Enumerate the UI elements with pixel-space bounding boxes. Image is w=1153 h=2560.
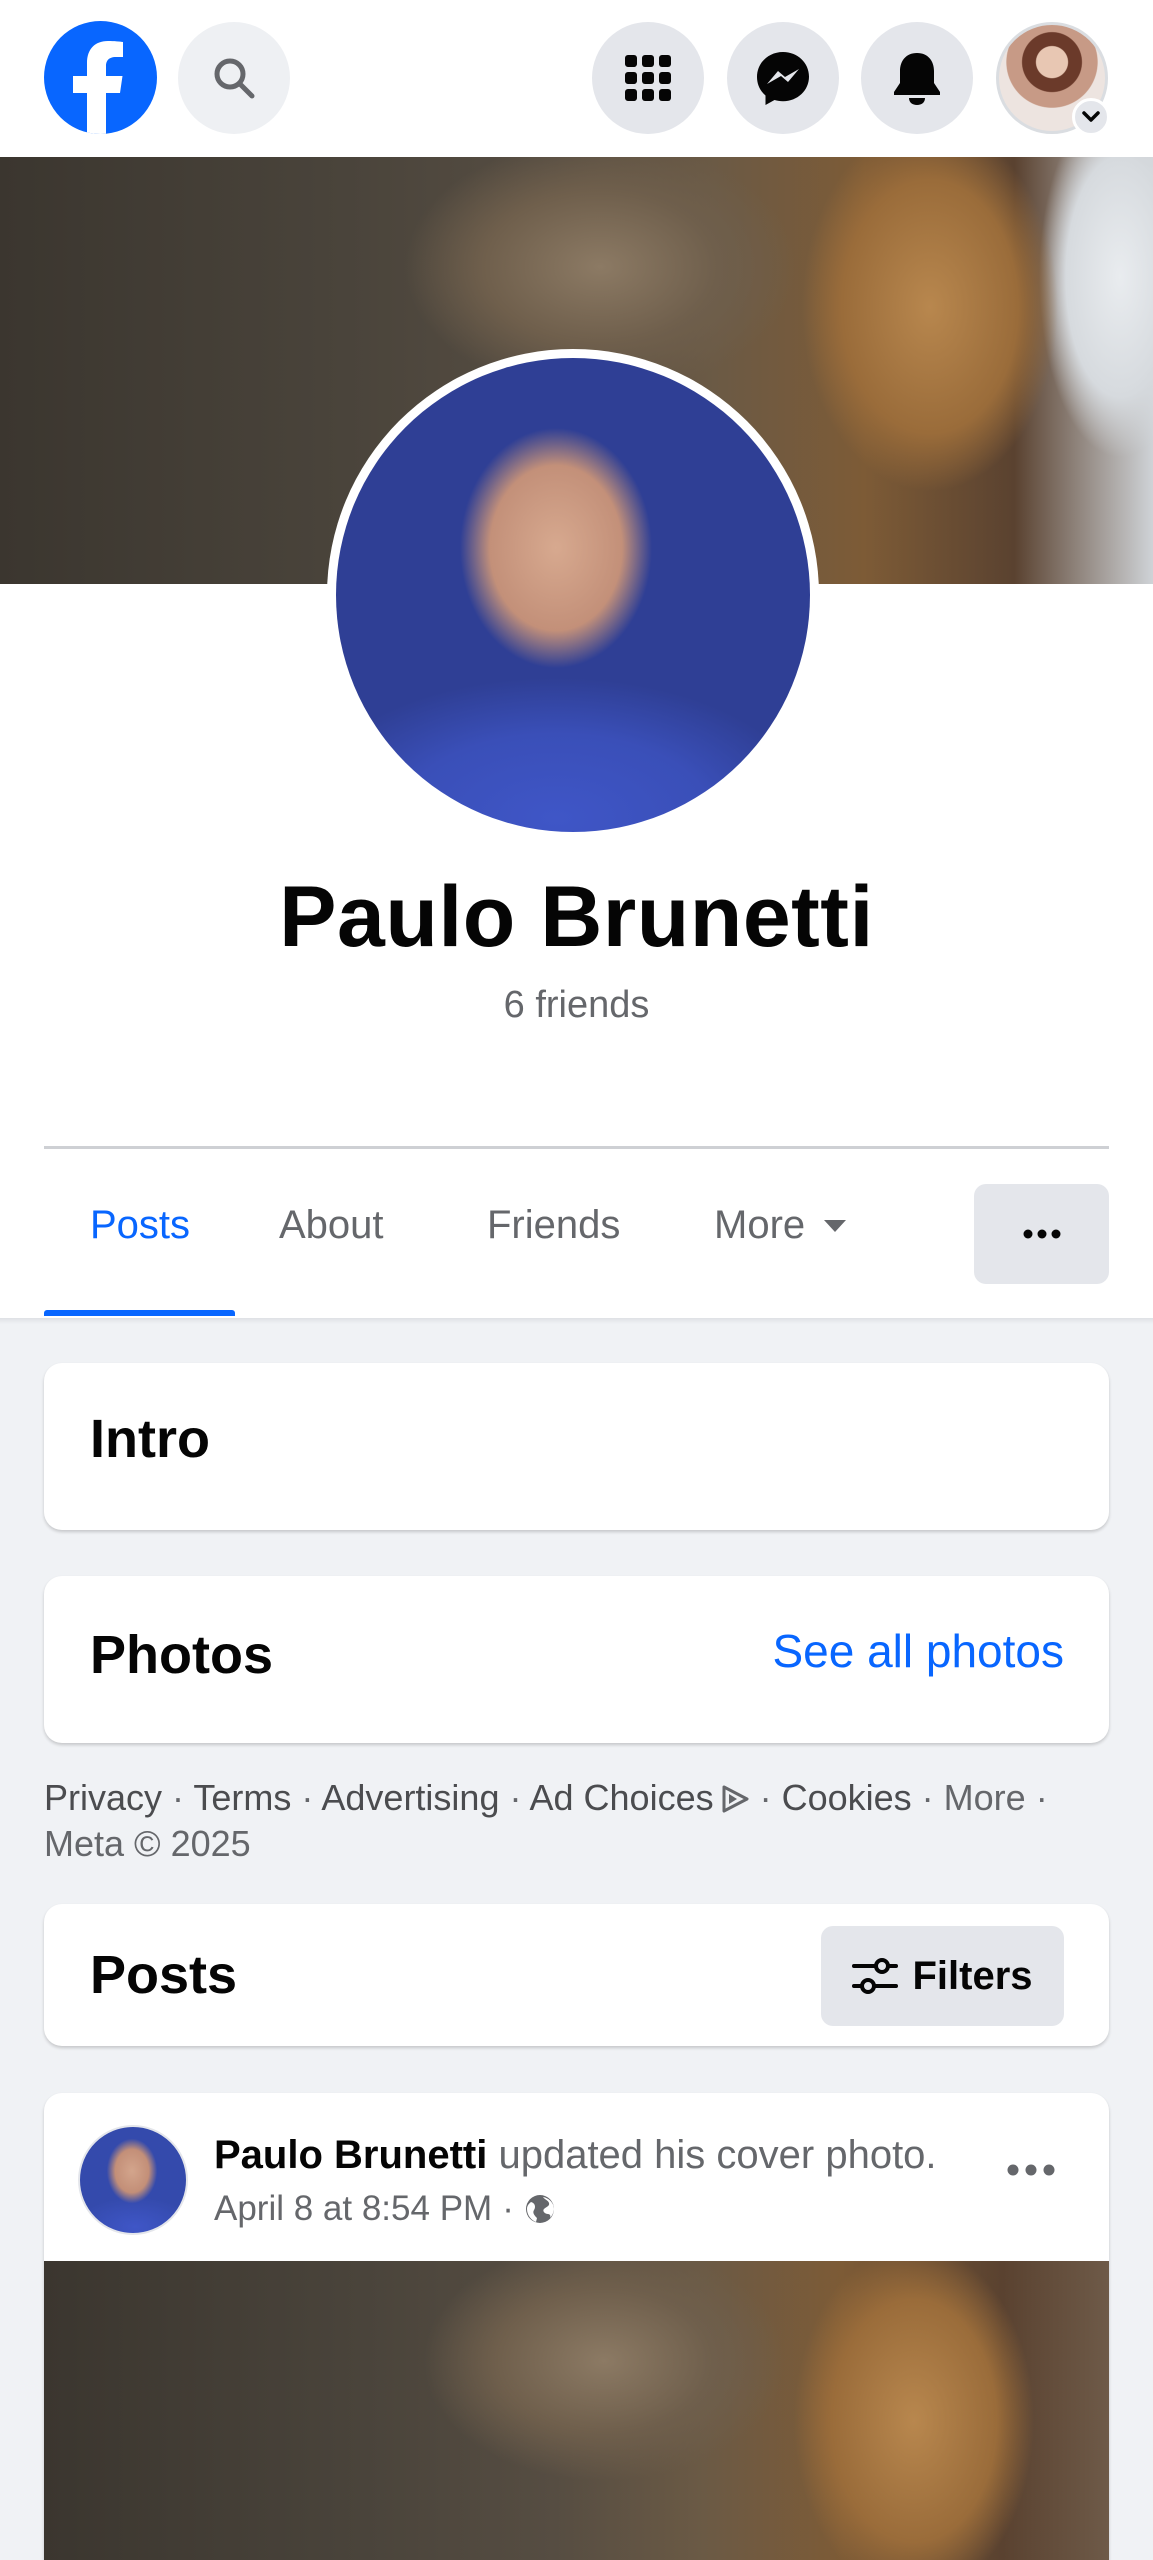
ad-choices-link[interactable]: Ad Choices (530, 1777, 714, 1818)
post-meta-separator: · (502, 2189, 514, 2228)
bell-icon (894, 53, 940, 105)
footer-separator: · (1025, 1777, 1048, 1818)
menu-button[interactable] (592, 22, 704, 134)
account-menu-button[interactable] (1072, 98, 1110, 136)
footer-separator: · (911, 1777, 944, 1818)
terms-link[interactable]: Terms (193, 1777, 291, 1818)
chevron-down-icon (1082, 111, 1100, 122)
copyright-text: Meta © 2025 (44, 1823, 251, 1864)
messenger-icon (757, 52, 809, 105)
posts-title: Posts (90, 1945, 238, 2005)
profile-name: Paulo Brunetti (279, 869, 874, 965)
notifications-button[interactable] (861, 22, 973, 134)
post-author-avatar[interactable] (78, 2125, 188, 2235)
profile-page: Paulo Brunetti 6 friends Posts About Fri… (0, 0, 1153, 2560)
post-cover-photo[interactable] (44, 2261, 1109, 2560)
tab-posts[interactable]: Posts (90, 1203, 190, 1248)
post-author-name[interactable]: Paulo Brunetti (214, 2133, 487, 2177)
search-icon (214, 58, 255, 99)
tab-about[interactable]: About (279, 1203, 384, 1248)
post-meta: April 8 at 8:54 PM · (214, 2189, 556, 2229)
advertising-link[interactable]: Advertising (321, 1777, 499, 1818)
post-action-text: updated his cover photo. (487, 2133, 937, 2177)
tabs-shadow (0, 1318, 1153, 1324)
filters-button[interactable]: Filters (821, 1926, 1064, 2026)
intro-card: Intro (44, 1363, 1109, 1530)
facebook-logo[interactable] (44, 21, 157, 134)
more-dots-icon (1023, 1229, 1060, 1239)
see-all-photos-link[interactable]: See all photos (772, 1624, 1064, 1678)
friends-count[interactable]: 6 friends (0, 984, 1153, 1027)
privacy-link[interactable]: Privacy (44, 1777, 162, 1818)
intro-title: Intro (90, 1409, 210, 1469)
post-timestamp[interactable]: April 8 at 8:54 PM (214, 2189, 492, 2229)
photos-card: Photos See all photos (44, 1576, 1109, 1743)
profile-picture[interactable] (327, 349, 819, 841)
footer-links: Privacy · Terms · Advertising · Ad Choic… (44, 1775, 1114, 1867)
cookies-link[interactable]: Cookies (782, 1777, 912, 1818)
header-divider (44, 1146, 1109, 1149)
search-button[interactable] (178, 22, 290, 134)
globe-icon (525, 2195, 554, 2223)
filters-icon (852, 1958, 899, 1994)
photos-title: Photos (90, 1625, 273, 1685)
top-bar (0, 0, 1153, 157)
messenger-button[interactable] (727, 22, 839, 134)
profile-picture-image (336, 358, 810, 832)
tab-more[interactable]: More (714, 1203, 847, 1248)
caret-down-icon (824, 1219, 847, 1232)
more-link[interactable]: More (944, 1777, 1026, 1818)
posts-header-card: Posts Filters (44, 1904, 1109, 2046)
tab-friends[interactable]: Friends (487, 1203, 620, 1248)
footer-separator: · (499, 1777, 530, 1818)
post-options-button[interactable] (1001, 2155, 1061, 2185)
more-dots-icon (1007, 2164, 1055, 2176)
profile-more-button[interactable] (974, 1184, 1109, 1284)
menu-grid-icon (625, 55, 671, 101)
footer-separator: · (749, 1777, 782, 1818)
post-header-text: Paulo Brunetti updated his cover photo. (214, 2133, 937, 2178)
tab-more-label: More (714, 1203, 806, 1247)
post-card: Paulo Brunetti updated his cover photo. … (44, 2093, 1109, 2560)
footer-separator: · (162, 1777, 194, 1818)
ad-choices-icon (722, 1785, 749, 1813)
filters-label: Filters (912, 1953, 1033, 1998)
footer-separator: · (291, 1777, 322, 1818)
active-tab-indicator (44, 1310, 235, 1316)
